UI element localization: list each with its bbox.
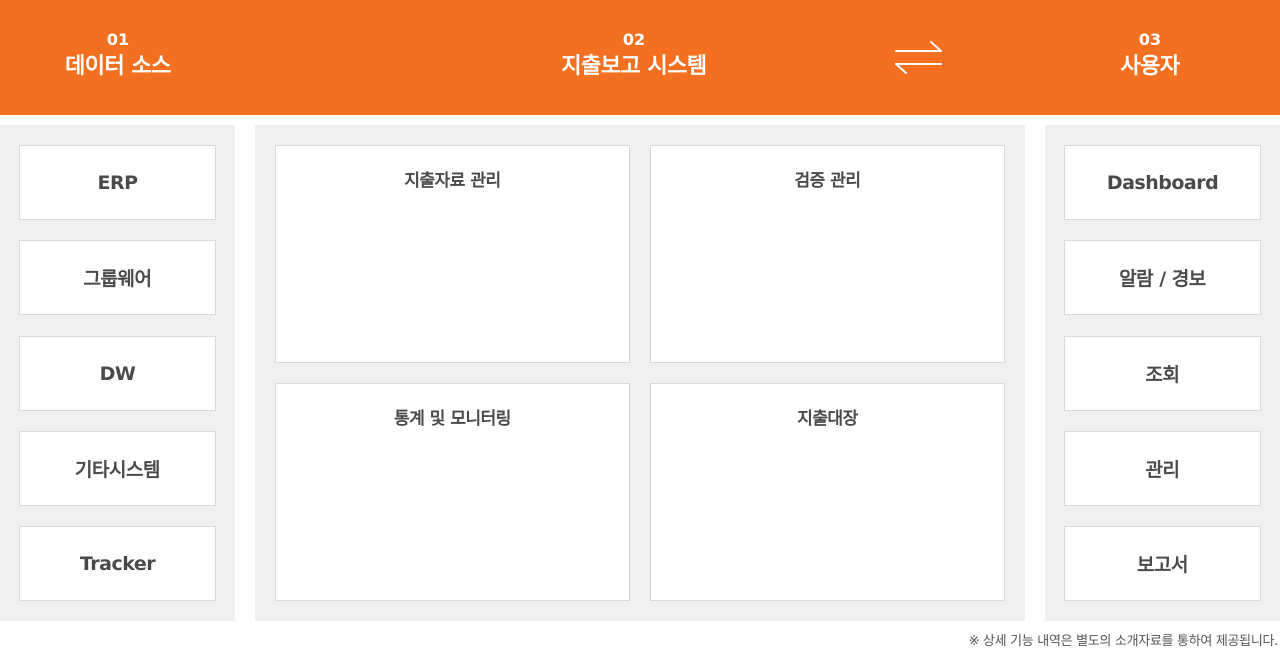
data-source-erp: ERP [19,145,216,220]
panel-expense-data-management: 지출자료 관리 [275,145,630,363]
footnote: ※ 상세 기능 내역은 별도의 소개자료를 통하여 제공됩니다. [968,634,1279,649]
data-source-groupware: 그룹웨어 [19,240,216,315]
step-number: 02 [622,30,646,49]
data-source-column: ERP 그룹웨어 DW 기타시스템 Tracker [0,125,235,621]
panel-verification-management: 검증 관리 [650,145,1005,363]
data-source-tracker: Tracker [19,526,216,601]
user-feature-inquiry: 조회 [1064,336,1261,411]
data-source-dw: DW [19,336,216,411]
step-title: 사용자 [1120,54,1180,79]
user-feature-dashboard: Dashboard [1064,145,1261,220]
panel-expense-ledger: 지출대장 [650,383,1005,601]
report-system-column: 지출자료 관리 검증 관리 통계 및 모니터링 지출대장 [255,125,1025,621]
user-feature-management: 관리 [1064,431,1261,506]
user-feature-report: 보고서 [1064,526,1261,601]
step-title: 지출보고 시스템 [561,54,707,79]
header-bar: 01 데이터 소스 02 지출보고 시스템 03 사용자 [0,0,1280,115]
user-column: Dashboard 알람 / 경보 조회 관리 보고서 [1045,125,1280,621]
bidirectional-arrows-icon [895,41,942,74]
panel-statistics-monitoring: 통계 및 모니터링 [275,383,630,601]
step-number: 01 [106,30,130,49]
step-report-system: 02 지출보고 시스템 [484,30,784,84]
panel-title: 지출자료 관리 [404,171,501,191]
user-feature-alarm-alert: 알람 / 경보 [1064,240,1261,315]
panel-title: 지출대장 [797,409,858,429]
step-user: 03 사용자 [1050,30,1250,84]
step-title: 데이터 소스 [65,54,171,79]
panel-title: 검증 관리 [794,171,861,191]
step-number: 03 [1138,30,1162,49]
panel-title: 통계 및 모니터링 [394,409,511,429]
step-data-source: 01 데이터 소스 [18,30,218,84]
data-source-other-systems: 기타시스템 [19,431,216,506]
